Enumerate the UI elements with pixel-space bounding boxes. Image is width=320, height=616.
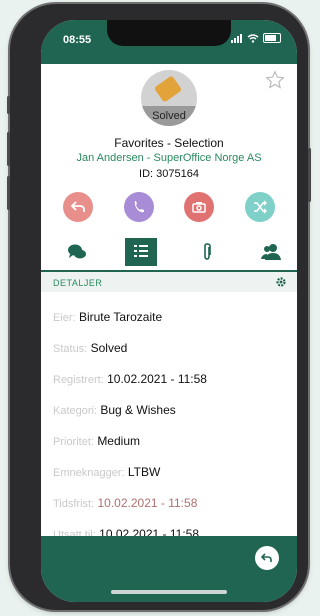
ticket-icon — [153, 75, 183, 103]
details-section-header: DETALJER — [41, 272, 297, 292]
status-badge: Solved — [141, 106, 197, 126]
notch — [107, 20, 231, 46]
volume-down-button — [7, 176, 10, 210]
call-button[interactable] — [123, 192, 154, 222]
detail-label: Status: — [53, 343, 88, 355]
gear-icon[interactable] — [275, 276, 287, 288]
detail-owner: Eier: Birute Tarozaite — [53, 310, 162, 328]
favorite-star-icon[interactable] — [265, 70, 285, 90]
reassign-button[interactable] — [244, 192, 275, 222]
detail-label: Emneknagger: — [53, 467, 125, 479]
reply-button[interactable] — [63, 192, 93, 222]
detail-value: Medium — [97, 434, 140, 448]
ticket-contact-link[interactable]: Jan Andersen - SuperOffice Norge AS — [41, 152, 297, 164]
ticket-id: ID: 3075164 — [139, 168, 199, 180]
detail-value: 10.02.2021 - 11:58 — [97, 496, 198, 510]
action-bar — [63, 192, 275, 226]
detail-status: Status: Solved — [53, 341, 127, 359]
detail-category: Kategori: Bug & Wishes — [53, 403, 176, 421]
tab-bar — [41, 238, 297, 268]
reply-fab-button[interactable] — [255, 546, 279, 570]
ticket-title: Favorites - Selection — [114, 136, 224, 150]
people-icon — [261, 244, 281, 260]
home-indicator[interactable] — [111, 590, 227, 594]
paperclip-icon — [204, 243, 211, 260]
power-button — [308, 148, 311, 202]
volume-up-button — [7, 132, 10, 166]
detail-label: Registrert: — [53, 374, 104, 386]
silent-switch — [7, 96, 10, 114]
detail-tags: Emneknagger: LTBW — [53, 465, 160, 483]
detail-label: Tidsfrist: — [53, 498, 95, 510]
status-time: 08:55 — [63, 34, 92, 46]
camera-icon — [192, 202, 207, 213]
ticket-avatar: Solved — [141, 70, 197, 126]
detail-registered: Registrert: 10.02.2021 - 11:58 — [53, 372, 207, 390]
reply-icon — [70, 201, 85, 212]
camera-button[interactable] — [184, 192, 215, 222]
detail-value: Birute Tarozaite — [78, 310, 163, 324]
app-screen: 08:55 Solved Favorites - Selection Jan A… — [41, 20, 297, 602]
battery-icon — [263, 33, 281, 43]
bottom-bar — [41, 536, 297, 602]
wifi-icon — [247, 33, 259, 43]
status-icons — [231, 33, 281, 43]
tab-attachments[interactable] — [191, 238, 223, 266]
tab-details[interactable] — [125, 238, 157, 266]
detail-value: LTBW — [127, 465, 161, 479]
tab-chat[interactable] — [61, 238, 93, 266]
detail-label: Prioritet: — [53, 436, 94, 448]
detail-value: 10.02.2021 - 11:58 — [107, 372, 207, 386]
section-label: DETALJER — [53, 278, 103, 288]
detail-label: Eier: — [53, 312, 76, 324]
details-list-icon — [134, 245, 148, 257]
signal-icon — [231, 33, 242, 43]
detail-deadline: Tidsfrist: 10.02.2021 - 11:58 — [53, 496, 197, 514]
detail-value: Bug & Wishes — [100, 403, 176, 417]
ticket-header: Solved Favorites - Selection Jan Anderse… — [41, 64, 297, 254]
phone-frame: 08:55 Solved Favorites - Selection Jan A… — [7, 4, 311, 610]
shuffle-icon — [253, 200, 267, 214]
tab-contacts[interactable] — [255, 238, 287, 266]
status-bar: 08:55 — [41, 20, 297, 64]
chat-icon — [68, 244, 86, 259]
detail-priority: Prioritet: Medium — [53, 434, 140, 452]
reply-icon — [261, 553, 272, 562]
detail-label: Kategori: — [53, 405, 98, 417]
phone-icon — [134, 201, 144, 213]
detail-value: Solved — [90, 341, 128, 355]
